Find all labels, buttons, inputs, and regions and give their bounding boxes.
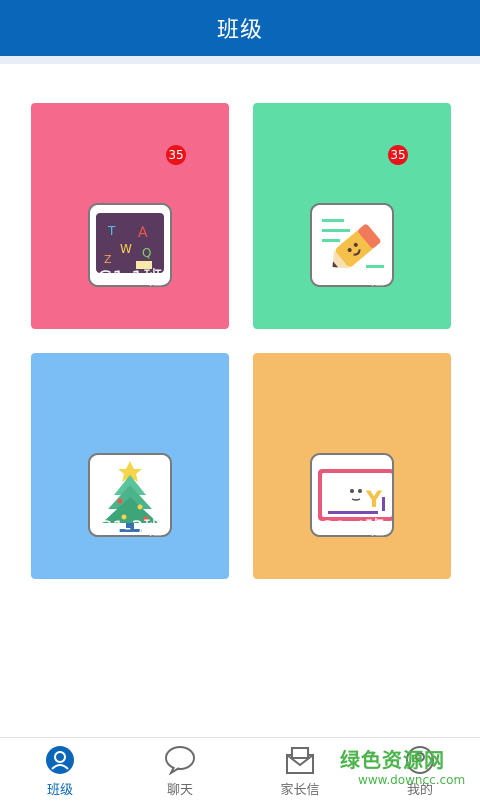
class-card-g1-4[interactable]: Y G1-4班 bbox=[253, 353, 451, 579]
header-bar: 班级 bbox=[0, 0, 480, 56]
letter-icon bbox=[286, 747, 314, 774]
christmas-tree-icon-frame bbox=[88, 403, 172, 537]
page-title: 班级 bbox=[216, 18, 263, 43]
tab-class[interactable]: 班级 bbox=[0, 738, 120, 801]
class-card-g1-3[interactable]: G1-3班 bbox=[31, 353, 229, 579]
chalkboard-icon-frame: T A W Q Z 35 bbox=[88, 145, 186, 287]
bottom-tab-bar: 班级 聊天 家长信 我的 bbox=[0, 737, 480, 801]
svg-text:A: A bbox=[138, 225, 148, 241]
tab-profile[interactable]: 我的 bbox=[360, 738, 480, 801]
class-label: G1-2班 bbox=[319, 267, 385, 289]
chat-icon bbox=[165, 746, 195, 775]
class-card-g1-2[interactable]: 35 G1-2班 bbox=[253, 103, 451, 329]
tab-label: 班级 bbox=[46, 783, 73, 798]
tab-chat[interactable]: 聊天 bbox=[120, 738, 240, 801]
svg-text:W: W bbox=[120, 242, 132, 256]
tab-label: 我的 bbox=[406, 783, 433, 798]
tab-label: 家长信 bbox=[280, 783, 320, 798]
profile-icon bbox=[406, 746, 434, 774]
board-icon-frame: Y bbox=[310, 403, 394, 537]
unread-badge: 35 bbox=[166, 145, 186, 165]
svg-text:Y: Y bbox=[365, 488, 383, 513]
class-card-g1-1[interactable]: T A W Q Z 35 G1-1班 bbox=[31, 103, 229, 329]
svg-text:T: T bbox=[107, 224, 116, 238]
class-label: G1-1班 bbox=[97, 267, 163, 289]
class-label: G1-4班 bbox=[319, 517, 385, 539]
class-label: G1-3班 bbox=[97, 517, 163, 539]
pencil-icon-frame: 35 bbox=[310, 145, 408, 287]
tab-letter[interactable]: 家长信 bbox=[240, 738, 360, 801]
svg-text:Q: Q bbox=[142, 246, 151, 260]
header-divider bbox=[0, 56, 480, 64]
unread-badge: 35 bbox=[388, 145, 408, 165]
class-icon bbox=[46, 746, 74, 774]
tab-label: 聊天 bbox=[166, 783, 193, 798]
